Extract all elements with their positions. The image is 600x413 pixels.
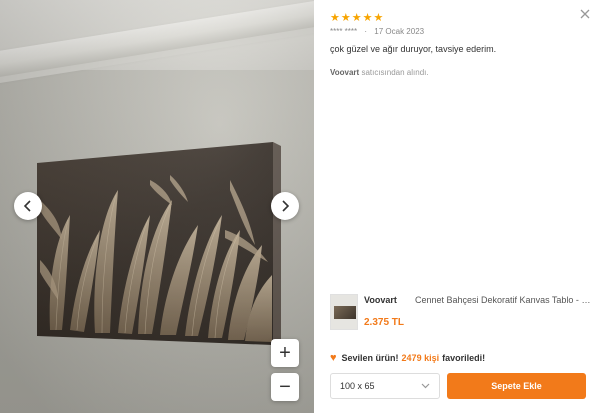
review-photo: + −	[0, 0, 314, 413]
chevron-down-icon	[421, 383, 430, 389]
review-meta: **** **** · 17 Ocak 2023	[330, 27, 424, 36]
product-thumbnail	[330, 294, 358, 330]
heart-icon: ♥	[330, 352, 337, 364]
seller-info: Voovart satıcısından alındı.	[330, 68, 429, 77]
seller-suffix: satıcısından alındı.	[361, 68, 429, 77]
product-brand: Voovart	[364, 295, 397, 305]
favorite-tail: favoriledi!	[442, 353, 486, 363]
chevron-right-icon	[282, 200, 290, 212]
favorite-count: 2479 kişi	[401, 353, 440, 363]
review-text: çok güzel ve ağır duruyor, tavsiye ederi…	[330, 44, 497, 54]
previous-image-button[interactable]	[14, 192, 42, 220]
review-date: 17 Ocak 2023	[374, 27, 425, 36]
size-selected-value: 100 x 65	[340, 381, 375, 391]
rating-stars: ★★★★★	[330, 12, 385, 24]
product-name: Cennet Bahçesi Dekoratif Kanvas Tablo - …	[415, 295, 592, 305]
add-to-cart-button[interactable]: Sepete Ekle	[447, 373, 586, 399]
close-button[interactable]	[580, 6, 590, 22]
chevron-left-icon	[23, 200, 31, 212]
favorite-lead: Sevilen ürün!	[341, 353, 399, 363]
reviewer-name: **** ****	[330, 27, 358, 36]
review-detail-panel: ★★★★★ **** **** · 17 Ocak 2023 çok güzel…	[314, 0, 600, 413]
next-image-button[interactable]	[271, 192, 299, 220]
photo-shading	[0, 0, 314, 413]
size-select[interactable]: 100 x 65	[330, 373, 440, 399]
close-icon	[580, 9, 590, 19]
product-price: 2.375 TL	[364, 317, 405, 328]
review-image-modal: + − ★★★★★ **** **** · 17 Ocak 2023 çok g…	[0, 0, 600, 413]
meta-separator: ·	[364, 27, 368, 36]
product-card[interactable]: Voovart Cennet Bahçesi Dekoratif Kanvas …	[330, 294, 592, 332]
thumbnail-art	[334, 306, 356, 319]
seller-name[interactable]: Voovart	[330, 68, 359, 77]
zoom-in-button[interactable]: +	[271, 339, 299, 367]
favorite-info: ♥ Sevilen ürün! 2479 kişi favoriledi!	[330, 352, 485, 364]
zoom-out-button[interactable]: −	[271, 373, 299, 401]
